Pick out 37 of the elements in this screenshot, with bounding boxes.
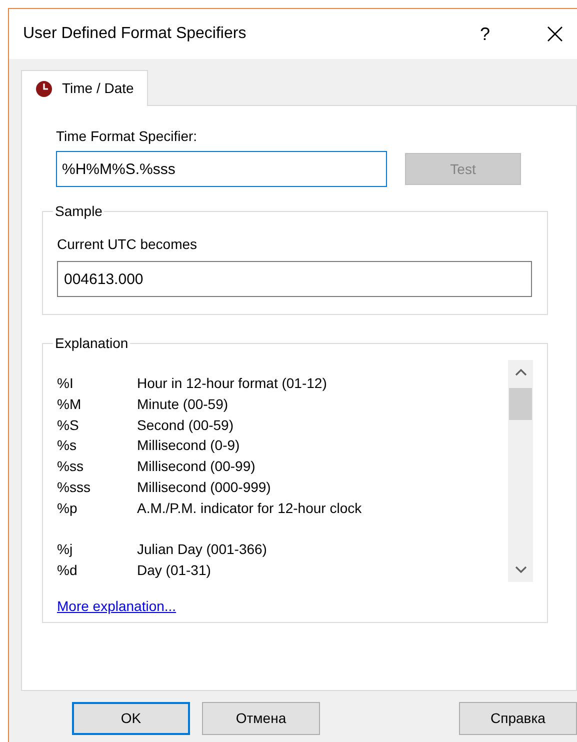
specifier-code: %s xyxy=(57,436,78,456)
specifier-code: %j xyxy=(57,540,74,560)
specifier-code: %ss xyxy=(57,457,84,476)
specifier-code: %sss xyxy=(57,478,92,497)
help-button[interactable]: ? xyxy=(465,20,505,48)
specifier-description: Millisecond (0-9) xyxy=(137,436,240,456)
tab[interactable]: Time / Date xyxy=(21,70,148,106)
time-format-field[interactable]: %H%M%S.%sss xyxy=(56,151,387,187)
more-explanation-link[interactable]: More explanation... xyxy=(57,596,176,617)
specifier-description: Hour in 12-hour format (01-12) xyxy=(137,374,327,393)
specifier-code: %I xyxy=(57,374,74,393)
group-title: Explanation xyxy=(54,334,130,353)
specifier-description: Day (01-31) xyxy=(137,561,211,580)
specifier-description: Julian Day (001-366) xyxy=(137,540,267,560)
scroll-up-icon[interactable] xyxy=(514,368,526,376)
specifier-description: Millisecond (000-999) xyxy=(137,478,271,497)
specifier-code: %M xyxy=(57,394,82,414)
specifier-description: Minute (00-59) xyxy=(137,394,228,414)
dialog-button[interactable]: Справка xyxy=(459,702,577,735)
specifier-description: Second (00-59) xyxy=(137,416,234,435)
window-title: User Defined Format Specifiers xyxy=(23,24,248,44)
scroll-down-icon[interactable] xyxy=(514,566,526,574)
field-label: Time Format Specifier: xyxy=(56,127,198,146)
specifier-code: %d xyxy=(57,561,78,580)
dialog-button[interactable]: Отмена xyxy=(202,702,320,735)
sample-field[interactable]: 004613.000 xyxy=(57,261,532,297)
group-title: Sample xyxy=(54,202,104,221)
specifier-description: A.M./P.M. indicator for 12-hour clock xyxy=(137,498,362,518)
scrollbar[interactable] xyxy=(508,360,533,582)
close-icon xyxy=(547,26,563,42)
field-label: Current UTC becomes xyxy=(57,235,198,254)
dialog-button[interactable]: OK xyxy=(72,702,190,735)
scrollbar-thumb[interactable] xyxy=(509,388,532,420)
specifier-code: %S xyxy=(57,416,80,435)
specifier-description: Millisecond (00-99) xyxy=(137,457,256,476)
specifier-code: %p xyxy=(57,498,78,518)
clock-icon xyxy=(35,80,53,98)
